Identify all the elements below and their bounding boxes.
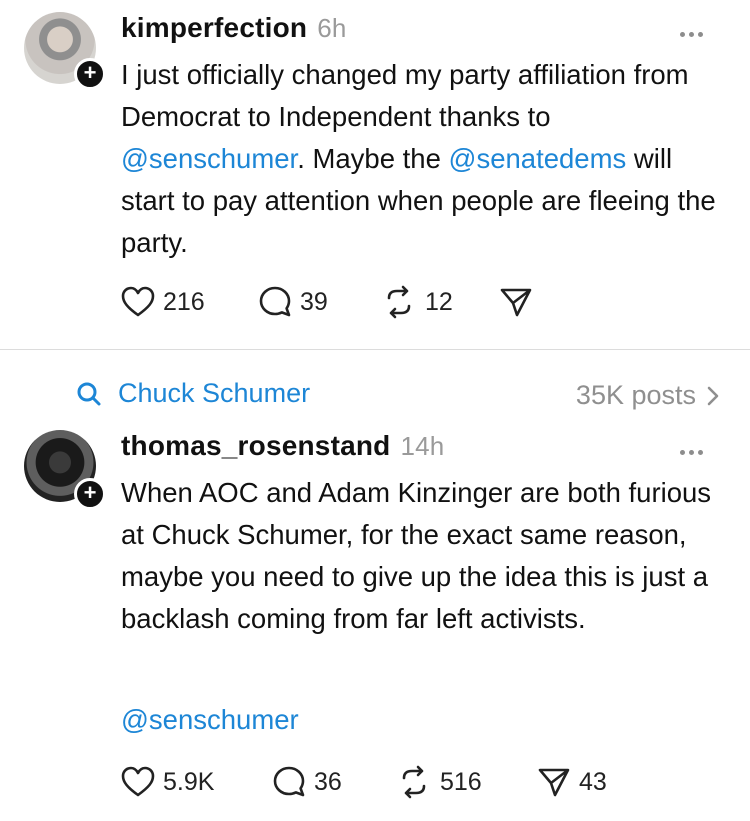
send-icon [538,768,570,797]
repost-icon [402,765,426,799]
post-body: When AOC and Adam Kinzinger are both fur… [121,472,721,640]
post-body: I just officially changed my party affil… [121,54,721,264]
share-button[interactable] [499,285,541,319]
send-icon [500,288,532,317]
repost-count: 12 [425,287,453,316]
follow-plus-icon[interactable]: + [74,58,106,90]
mention-link[interactable]: @senatedems [449,143,627,174]
more-options-icon[interactable] [680,24,716,37]
reply-bubble-icon [259,286,291,317]
post-1: + kimperfection 6h I just officially chan… [0,0,750,350]
username[interactable]: thomas_rosenstand 14h [121,430,444,462]
heart-icon [121,766,155,797]
like-button[interactable]: 216 [121,286,258,318]
username[interactable]: kimperfection 6h [121,12,347,44]
more-options-icon[interactable] [680,442,716,455]
repost-icon [387,285,411,319]
topic-link[interactable]: Chuck Schumer [76,378,310,409]
topic-post-count: 35K posts [575,380,696,410]
divider [0,349,750,350]
like-button[interactable]: 5.9K [121,766,272,798]
topic-row[interactable]: Chuck Schumer 35K posts [0,376,750,416]
repost-count: 516 [440,767,482,796]
topic-label[interactable]: Chuck Schumer [118,378,310,409]
like-count: 216 [163,287,205,316]
post-actions: 216 39 12 [121,282,541,322]
timestamp: 6h [317,13,347,43]
post-actions: 5.9K 36 516 43 [121,762,607,802]
share-count: 43 [579,767,607,796]
mention-link[interactable]: @senschumer [121,704,299,736]
reply-button[interactable]: 36 [272,765,396,799]
body-text: I just officially changed my party affil… [121,59,689,132]
follow-plus-icon[interactable]: + [74,478,106,510]
body-text: . Maybe the [297,143,449,174]
reply-count: 36 [314,767,342,796]
reply-bubble-icon [273,766,305,797]
share-button[interactable]: 43 [537,765,607,799]
post-2: + thomas_rosenstand 14h When AOC and Adam… [0,420,750,821]
mention-link[interactable]: @senschumer [121,143,297,174]
reply-count: 39 [300,287,328,316]
heart-icon [121,286,155,317]
search-icon [77,382,101,405]
reply-button[interactable]: 39 [258,285,381,319]
chevron-right-icon [707,386,719,405]
username-text[interactable]: kimperfection [121,12,307,43]
like-count: 5.9K [163,767,215,796]
username-text[interactable]: thomas_rosenstand [121,430,390,461]
timestamp: 14h [400,431,445,461]
body-text: When AOC and Adam Kinzinger are both fur… [121,477,712,634]
topic-count[interactable]: 35K posts [576,380,720,411]
repost-button[interactable]: 12 [381,285,499,319]
repost-button[interactable]: 516 [396,765,537,799]
